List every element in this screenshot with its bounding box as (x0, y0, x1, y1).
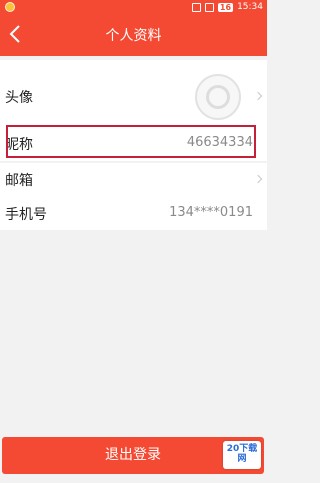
battery-icon: 16 (217, 2, 234, 12)
highlight-box (6, 125, 256, 158)
email-row[interactable]: 邮箱 (0, 163, 267, 197)
wifi-icon (191, 2, 201, 12)
watermark-logo: 20下载网 (223, 441, 261, 469)
notification-icon (5, 2, 15, 12)
chevron-right-icon (253, 174, 263, 184)
chevron-right-icon (253, 91, 263, 101)
status-icons: 16 15:34 (191, 1, 263, 13)
sim-icon (204, 2, 214, 12)
avatar[interactable] (195, 74, 241, 120)
page-title: 个人资料 (105, 28, 162, 44)
status-bar: 16 15:34 (0, 0, 267, 14)
phone-value: 134****0191 (169, 205, 253, 220)
email-label: 邮箱 (5, 173, 33, 189)
top-bar: 个人资料 (0, 14, 267, 56)
avatar-placeholder-icon (206, 85, 230, 109)
phone-label: 手机号 (5, 207, 47, 223)
watermark-text: 20下载网 (226, 444, 258, 464)
status-time: 15:34 (237, 2, 263, 12)
phone-row[interactable]: 手机号 134****0191 (0, 196, 267, 230)
avatar-label: 头像 (5, 90, 33, 106)
